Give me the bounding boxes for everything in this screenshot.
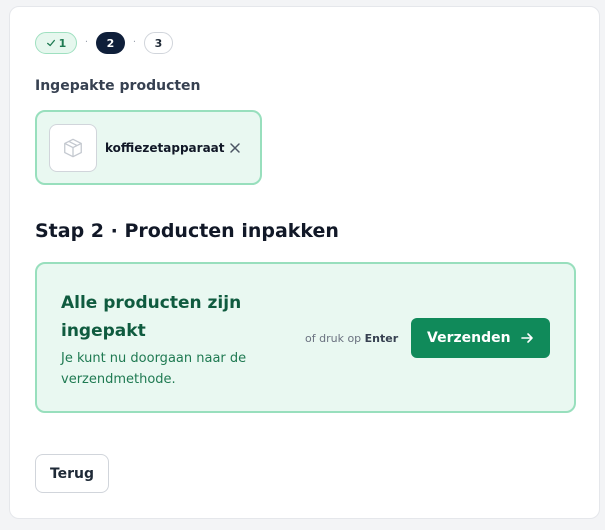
stepper: 1 · 2 · 3 [35,32,173,54]
keyboard-hint-prefix: of druk op [305,332,362,345]
product-thumbnail [49,124,97,172]
package-icon [64,138,82,158]
step-separator: · [132,37,137,48]
keyboard-hint-key: Enter [364,332,399,345]
packed-item-name: koffiezetapparaat [105,141,225,155]
all-packed-title: Alle producten zijn ingepakt [61,293,242,341]
packed-item: koffiezetapparaat [35,110,262,185]
step-2-label: 2 [106,36,115,50]
step-2: 2 [96,32,125,54]
packing-card: 1 · 2 · 3 Ingepakte producten koffiezeta… [9,6,600,519]
all-packed-panel: Alle producten zijn ingepakt Je kunt nu … [35,262,576,413]
keyboard-hint: of druk op Enter [305,332,398,345]
packed-products-label: Ingepakte producten [35,78,201,94]
step-3-label: 3 [154,36,163,50]
step-1[interactable]: 1 [35,32,77,54]
all-packed-subtitle: Je kunt nu doorgaan naar de verzendmetho… [61,351,247,387]
step-separator: · [84,37,89,48]
send-button-label: Verzenden [427,330,511,346]
step-title: Stap 2 · Producten inpakken [35,220,339,242]
back-button[interactable]: Terug [35,454,109,493]
send-button[interactable]: Verzenden [411,318,550,358]
arrow-right-icon [521,333,533,343]
step-1-label: 1 [58,36,67,50]
remove-item-button[interactable] [227,140,243,156]
check-icon [46,39,55,47]
close-icon [230,143,240,153]
back-button-label: Terug [49,465,95,482]
step-3: 3 [144,32,173,54]
